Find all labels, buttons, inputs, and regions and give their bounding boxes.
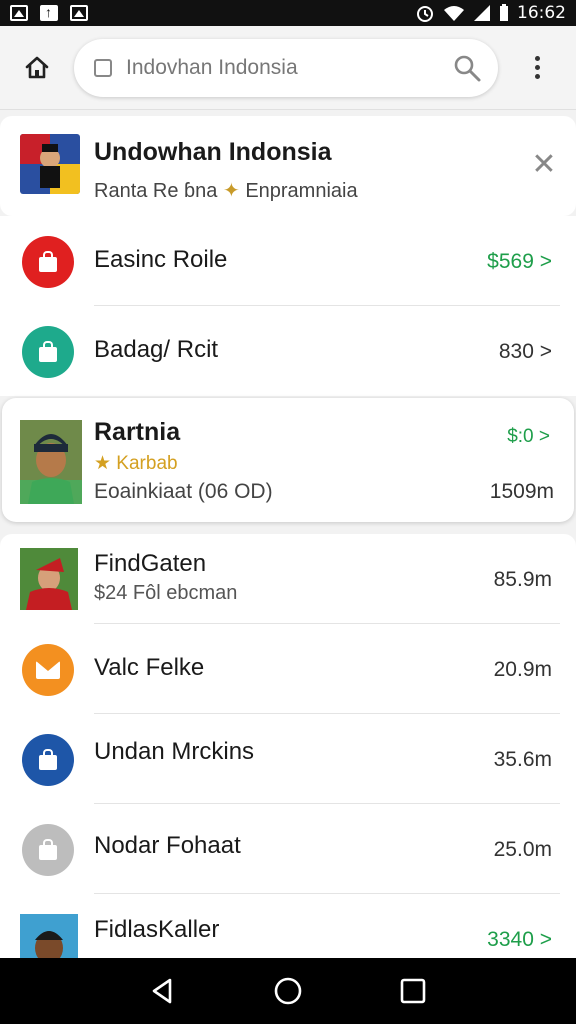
header-subtitle-left: Ranta Re ɓna [94,180,218,202]
list-item-label: Valc Felke [94,654,205,681]
recents-button[interactable] [393,971,433,1011]
list-item-value: 85.9m [493,568,552,591]
flag-collage-icon [20,134,80,194]
person-card[interactable]: Rartnia ★ Karbab Eoainkiaat (06 OD) $:0 … [2,398,574,522]
list-item-value: 830 > [498,340,552,363]
header-subtitle-right: Enpramniaia [245,180,358,202]
search-input[interactable]: Indovhan Indonsia [74,38,498,97]
list-item[interactable]: FindGaten $24 Fôl ebcman 85.9m [0,534,576,624]
overflow-menu-button[interactable] [498,26,576,110]
list-item-label: Badag/ Rcit [94,336,219,363]
back-icon [152,978,171,1004]
list-item[interactable]: Easinc Roile $569 > [0,216,576,306]
list-item[interactable]: Valc Felke 20.9m [0,624,576,714]
clock: 16:62 [517,3,566,23]
avatar [20,420,82,504]
avatar [20,914,78,958]
avatar [20,548,78,610]
header-subtitle: Ranta Re ɓna ✦ Enpramniaia [94,178,358,203]
person-distance: 1509m [489,480,554,503]
search-query: Indovhan Indonsia [126,55,298,79]
list-item[interactable]: Badag/ Rcit 830 > [0,306,576,396]
status-bar: 16:62 [0,0,576,26]
alarm-icon [417,6,433,22]
person-value: $:0 > [507,426,550,447]
shopping-bag-icon [22,326,74,378]
category-list: Easinc Roile $569 > Badag/ Rcit 830 > [0,216,576,396]
upload-icon [40,4,58,21]
list-item-sublabel: $24 Fôl ebcman [94,582,238,604]
back-button[interactable] [143,971,183,1011]
person-rating: ★ Karbab [94,453,178,474]
list-item[interactable]: Undan Mrckins 35.6m [0,714,576,804]
list-item[interactable]: FidlasKaller 3340 > [0,894,576,958]
home-icon [25,56,49,78]
shopping-bag-icon [22,236,74,288]
close-icon[interactable]: ✕ [530,148,558,181]
person-name: Rartnia [94,418,181,446]
star-icon: ✦ [222,180,240,202]
home-button[interactable] [0,26,74,110]
list-item-value: $569 > [487,250,552,273]
list-item-label: FindGaten [94,550,207,577]
home-circle-icon [274,977,302,1005]
signal-icon [474,5,490,21]
wifi-icon [444,6,464,21]
results-list: Undowhan Indonsia Ranta Re ɓna ✦ Enpramn… [0,110,576,958]
list-item-label: Nodar Fohaat [94,832,241,859]
mail-icon [22,644,74,696]
list-item-value: 25.0m [493,838,552,861]
person-subtitle: Eoainkiaat (06 OD) [94,480,273,503]
list-item-label: Easinc Roile [94,246,228,273]
battery-icon [500,4,508,21]
list-item-value: 3340 > [487,928,552,951]
list-item-label: FidlasKaller [94,916,220,943]
recents-icon [401,978,426,1004]
shopping-bag-icon [22,824,74,876]
system-nav-bar [0,958,576,1024]
image-icon [70,5,88,21]
tab-icon [94,58,112,77]
search-icon[interactable] [452,53,482,83]
list-item-value: 20.9m [493,658,552,681]
more-vert-icon [534,56,540,79]
list-item-label: Undan Mrckins [94,738,255,765]
toolbar: Indovhan Indonsia [0,26,576,110]
header-card[interactable]: Undowhan Indonsia Ranta Re ɓna ✦ Enpramn… [0,116,576,216]
shopping-bag-icon [22,734,74,786]
list-item[interactable]: Nodar Fohaat 25.0m [0,804,576,894]
gallery-icon [10,5,28,21]
list-item-value: 35.6m [493,748,552,771]
header-title: Undowhan Indonsia [94,138,332,166]
places-list: FindGaten $24 Fôl ebcman 85.9m Valc Felk… [0,534,576,958]
home-nav-button[interactable] [268,971,308,1011]
